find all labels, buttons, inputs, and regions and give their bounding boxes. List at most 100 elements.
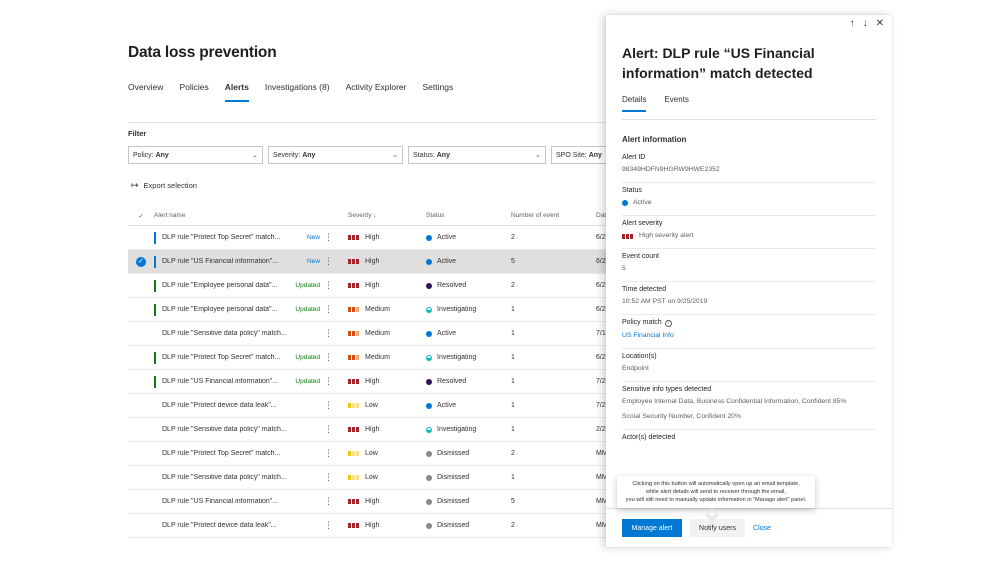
alert-name[interactable]: DLP rule "US Financial information"... [154,258,294,265]
header-status[interactable]: Status [426,212,511,219]
spo-site-filter-dropdown[interactable]: SPO Site: Any [551,146,607,164]
event-count: 5 [511,498,515,505]
more-options-icon[interactable]: ⋮ [324,448,348,459]
alert-name[interactable]: DLP rule "Protect device data leak"... [154,402,294,409]
table-row[interactable]: DLP rule "Employee personal data"... Upd… [128,298,608,322]
status-value: Investigating [437,306,477,313]
tab-investigations-8[interactable]: Investigations (8) [265,82,330,102]
alert-name[interactable]: DLP rule "Protect device data leak"... [154,522,294,529]
status-active-icon [426,402,432,409]
alert-name[interactable]: DLP rule "Sensitive data policy" match..… [154,330,294,337]
close-link[interactable]: Close [750,519,774,537]
actors-detected-label: Actor(s) detected [622,434,676,441]
time-detected-value: 10:52 AM PST on 9/25/2019 [622,298,708,305]
sensitive-info-type-2: Scoial Security Number, Confident 20% [622,413,742,420]
alert-name[interactable]: DLP rule "Employee personal data"... [154,306,294,313]
table-row[interactable]: DLP rule "Sensitive data policy" match..… [128,322,608,346]
severity-value: Medium [365,354,390,361]
severity-value: Low [365,474,378,481]
severity-filter-dropdown[interactable]: Severity: Any ⌄ [268,146,403,164]
table-row[interactable]: DLP rule "Sensitive data policy" match..… [128,418,608,442]
alert-name[interactable]: DLP rule "Sensitive data policy" match..… [154,426,294,433]
severity-cell: Medium [348,306,426,313]
severity-value: High [365,378,380,385]
manage-alert-button[interactable]: Manage alert [622,519,682,537]
notify-users-button[interactable]: Notify users [690,519,745,537]
previous-arrow-icon[interactable]: ↑ [850,18,855,29]
policy-filter-label: Policy: [133,151,154,159]
tab-alerts[interactable]: Alerts [224,82,249,102]
tab-details[interactable]: Details [622,95,647,112]
status-cell: Dismissed [426,474,511,481]
sensitive-info-type-1: Employee Internal Data, Business Confide… [622,398,847,405]
status-value: Active [437,258,457,265]
locations-field: Location(s) Endpoint [622,349,876,382]
export-selection-button[interactable]: ↦ Export selection [131,180,197,191]
alert-name[interactable]: DLP rule "US Financial information"... [154,498,294,505]
severity-cell: Medium [348,354,426,361]
header-alert-name[interactable]: Alert name [154,212,348,219]
more-options-icon[interactable]: ⋮ [324,304,348,315]
more-options-icon[interactable]: ⋮ [324,256,348,267]
table-row[interactable]: DLP rule "US Financial information"... U… [128,370,608,394]
more-options-icon[interactable]: ⋮ [324,520,348,531]
row-checkbox[interactable]: ✓ [128,256,154,267]
table-row[interactable]: DLP rule "Protect device data leak"... ⋮… [128,514,608,538]
more-options-icon[interactable]: ⋮ [324,280,348,291]
more-options-icon[interactable]: ⋮ [324,328,348,339]
more-options-icon[interactable]: ⋮ [324,424,348,435]
alert-id-label: Alert ID [622,154,646,161]
more-options-icon[interactable]: ⋮ [324,400,348,411]
next-arrow-icon[interactable]: ↓ [863,18,868,29]
status-value: Dismissed [437,522,470,529]
alert-name[interactable]: DLP rule "Protect Top Secret" match... [154,354,294,361]
table-row[interactable]: DLP rule "Employee personal data"... Upd… [128,274,608,298]
alert-name[interactable]: DLP rule "Protect Top Secret" match... [154,234,294,241]
updated-indicator-bar [154,280,156,292]
severity-value: Medium [365,330,390,337]
tab-events[interactable]: Events [664,95,688,112]
severity-value: High [365,234,380,241]
status-filter-dropdown[interactable]: Status: Any ⌄ [408,146,546,164]
alert-name[interactable]: DLP rule "Employee personal data"... [154,282,294,289]
tab-activity-explorer[interactable]: Activity Explorer [346,82,407,102]
table-row[interactable]: DLP rule "US Financial information"... ⋮… [128,490,608,514]
table-row[interactable]: DLP rule "Protect device data leak"... ⋮… [128,394,608,418]
more-options-icon[interactable]: ⋮ [324,472,348,483]
policy-filter-dropdown[interactable]: Policy: Any ⌄ [128,146,263,164]
more-options-icon[interactable]: ⋮ [324,352,348,363]
tab-policies[interactable]: Policies [179,82,208,102]
more-options-icon[interactable]: ⋮ [324,496,348,507]
severity-high-icon [348,523,360,528]
more-options-icon[interactable]: ⋮ [324,376,348,387]
new-indicator-bar [154,232,156,244]
header-number-of-event[interactable]: Number of event [511,212,596,219]
table-row[interactable]: DLP rule "Protect Top Secret" match... U… [128,346,608,370]
table-row[interactable]: DLP rule "Sensitive data policy" match..… [128,466,608,490]
policy-match-link[interactable]: US Financial Info [622,330,876,342]
event-count: 1 [511,474,515,481]
severity-value: Low [365,402,378,409]
policy-match-label-row: Policy match i [622,319,876,327]
alert-name[interactable]: DLP rule "Sensitive data policy" match..… [154,474,294,481]
notify-users-tooltip: Clicking on this button will automatical… [617,476,815,508]
tab-overview[interactable]: Overview [128,82,163,102]
status-cell: Dismissed [426,498,511,505]
more-options-icon[interactable]: ⋮ [324,232,348,243]
alert-name[interactable]: DLP rule "US Financial information"... [154,378,294,385]
page-tabs: Overview Policies Alerts Investigations (8)… [128,82,469,102]
alert-name[interactable]: DLP rule "Protect Top Secret" match... [154,450,294,457]
select-all-checkbox[interactable]: ✓ [128,212,154,220]
event-count-field: Event count 5 [622,249,876,282]
table-row[interactable]: DLP rule "Protect Top Secret" match... N… [128,226,608,250]
severity-medium-icon [348,355,360,360]
chevron-down-icon: ⌄ [392,152,398,159]
tab-settings[interactable]: Settings [423,82,454,102]
table-row[interactable]: DLP rule "Protect Top Secret" match... ⋮… [128,442,608,466]
locations-value: Endpoint [622,365,649,372]
header-severity[interactable]: Severity ↓ [348,212,426,219]
severity-high-icon [348,499,360,504]
table-row[interactable]: ✓ DLP rule "US Financial information"...… [128,250,608,274]
close-icon[interactable]: ✕ [876,18,884,29]
info-icon[interactable]: i [664,320,672,327]
